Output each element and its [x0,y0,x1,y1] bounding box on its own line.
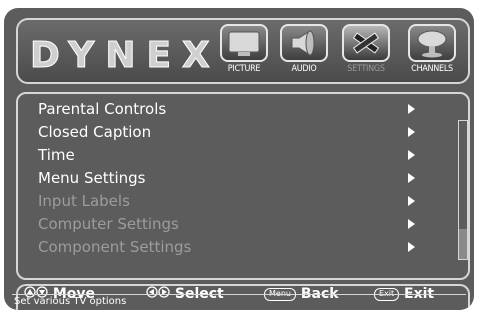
satellite-dish-icon [408,24,456,62]
menu-item-parental-controls[interactable]: Parental Controls [38,99,448,119]
tv-osd-frame: DYNEX PICTURE AUDIO SETTINGS CHANNELS Pa… [4,8,474,310]
menu-item-label: Input Labels [38,192,130,210]
tab-audio-label: AUDIO [291,64,317,74]
chevron-right-icon [408,242,415,252]
menu-item-label: Time [38,146,75,164]
menu-scrollbar[interactable] [458,120,468,260]
chevron-right-icon [408,196,415,206]
menu-item-input-labels: Input Labels [38,191,448,211]
tab-channels-label: CHANNELS [411,64,453,74]
tv-screen-icon [220,24,268,62]
menu-item-label: Component Settings [38,238,192,256]
menu-item-computer-settings: Computer Settings [38,214,448,234]
chevron-right-icon [408,219,415,229]
tab-settings[interactable]: SETTINGS [336,24,396,80]
tools-icon [342,24,390,62]
tab-settings-label: SETTINGS [347,64,385,74]
chevron-right-icon [408,104,415,114]
status-divider [12,294,466,295]
header-bar: DYNEX PICTURE AUDIO SETTINGS CHANNELS [16,18,470,84]
menu-item-component-settings: Component Settings [38,237,448,257]
chevron-right-icon [408,173,415,183]
scrollbar-thumb[interactable] [459,229,467,259]
status-text: Set various TV options [14,296,127,307]
speaker-icon [280,24,328,62]
chevron-right-icon [408,150,415,160]
menu-item-closed-caption[interactable]: Closed Caption [38,122,448,142]
menu-item-label: Closed Caption [38,123,152,141]
menu-item-label: Parental Controls [38,100,167,118]
chevron-right-icon [408,127,415,137]
menu-item-menu-settings[interactable]: Menu Settings [38,168,448,188]
brand-logo: DYNEX [30,35,221,76]
tab-picture[interactable]: PICTURE [214,24,274,80]
settings-menu: Parental Controls Closed Caption Time Me… [16,92,470,280]
menu-item-label: Computer Settings [38,215,179,233]
menu-item-time[interactable]: Time [38,145,448,165]
tab-channels[interactable]: CHANNELS [402,24,462,80]
tab-audio[interactable]: AUDIO [274,24,334,80]
tab-picture-label: PICTURE [227,64,261,74]
menu-item-label: Menu Settings [38,169,146,187]
